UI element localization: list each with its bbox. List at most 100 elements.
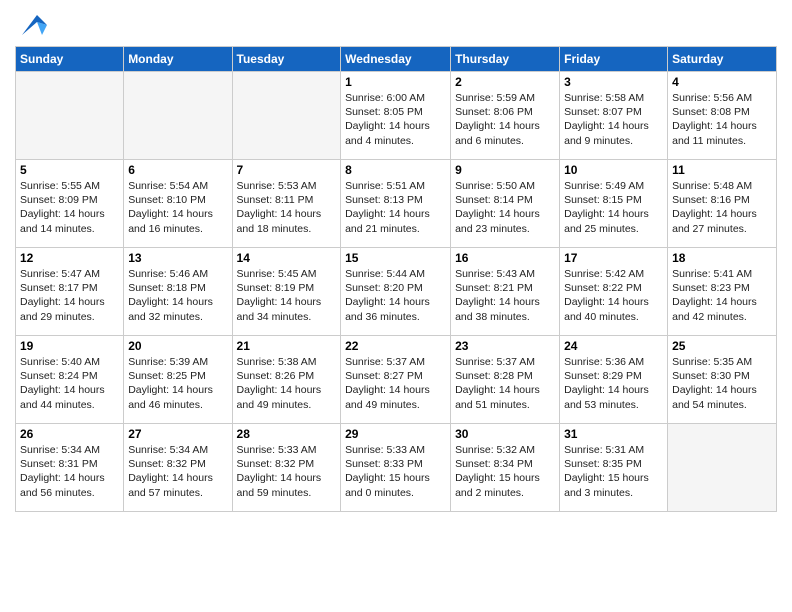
calendar-cell: 26 Sunrise: 5:34 AMSunset: 8:31 PMDayligh… — [16, 424, 124, 512]
weekday-header-thursday: Thursday — [451, 47, 560, 72]
calendar-week-5: 26 Sunrise: 5:34 AMSunset: 8:31 PMDayligh… — [16, 424, 777, 512]
calendar-cell: 11 Sunrise: 5:48 AMSunset: 8:16 PMDayligh… — [668, 160, 777, 248]
day-number: 2 — [455, 75, 555, 89]
calendar-cell: 27 Sunrise: 5:34 AMSunset: 8:32 PMDayligh… — [124, 424, 232, 512]
calendar-cell: 22Sunrise: 5:37 AMSunset: 8:27 PMDayligh… — [341, 336, 451, 424]
day-info: Sunrise: 5:58 AMSunset: 8:07 PMDaylight:… — [564, 91, 663, 148]
day-info: Sunrise: 5:44 AMSunset: 8:20 PMDaylight:… — [345, 267, 446, 324]
calendar-cell: 30 Sunrise: 5:32 AMSunset: 8:34 PMDayligh… — [451, 424, 560, 512]
weekday-header-tuesday: Tuesday — [232, 47, 341, 72]
day-info: Sunrise: 5:34 AMSunset: 8:32 PMDaylight:… — [128, 443, 227, 500]
calendar-cell: 13Sunrise: 5:46 AMSunset: 8:18 PMDayligh… — [124, 248, 232, 336]
day-info: Sunrise: 5:36 AMSunset: 8:29 PMDaylight:… — [564, 355, 663, 412]
day-number: 6 — [128, 163, 227, 177]
day-info: Sunrise: 5:32 AMSunset: 8:34 PMDaylight:… — [455, 443, 555, 500]
weekday-header-row: SundayMondayTuesdayWednesdayThursdayFrid… — [16, 47, 777, 72]
calendar-cell: 2 Sunrise: 5:59 AMSunset: 8:06 PMDaylight… — [451, 72, 560, 160]
day-number: 15 — [345, 251, 446, 265]
day-info: Sunrise: 5:31 AMSunset: 8:35 PMDaylight:… — [564, 443, 663, 500]
calendar-cell: 5 Sunrise: 5:55 AMSunset: 8:09 PMDaylight… — [16, 160, 124, 248]
day-number: 30 — [455, 427, 555, 441]
calendar-cell: 14 Sunrise: 5:45 AMSunset: 8:19 PMDayligh… — [232, 248, 341, 336]
calendar-cell: 25 Sunrise: 5:35 AMSunset: 8:30 PMDayligh… — [668, 336, 777, 424]
day-number: 8 — [345, 163, 446, 177]
day-number: 5 — [20, 163, 119, 177]
calendar-cell: 12Sunrise: 5:47 AMSunset: 8:17 PMDayligh… — [16, 248, 124, 336]
logo-icon — [17, 10, 47, 40]
day-info: Sunrise: 5:45 AMSunset: 8:19 PMDaylight:… — [237, 267, 337, 324]
calendar-cell: 10 Sunrise: 5:49 AMSunset: 8:15 PMDayligh… — [560, 160, 668, 248]
day-number: 18 — [672, 251, 772, 265]
calendar-cell: 28 Sunrise: 5:33 AMSunset: 8:32 PMDayligh… — [232, 424, 341, 512]
day-number: 7 — [237, 163, 337, 177]
calendar-week-3: 12Sunrise: 5:47 AMSunset: 8:17 PMDayligh… — [16, 248, 777, 336]
calendar-cell: 15 Sunrise: 5:44 AMSunset: 8:20 PMDayligh… — [341, 248, 451, 336]
day-number: 10 — [564, 163, 663, 177]
day-number: 11 — [672, 163, 772, 177]
day-info: Sunrise: 5:50 AMSunset: 8:14 PMDaylight:… — [455, 179, 555, 236]
day-number: 9 — [455, 163, 555, 177]
day-number: 31 — [564, 427, 663, 441]
day-info: Sunrise: 5:54 AMSunset: 8:10 PMDaylight:… — [128, 179, 227, 236]
day-info: Sunrise: 5:33 AMSunset: 8:32 PMDaylight:… — [237, 443, 337, 500]
day-number: 28 — [237, 427, 337, 441]
day-info: Sunrise: 5:56 AMSunset: 8:08 PMDaylight:… — [672, 91, 772, 148]
day-info: Sunrise: 5:51 AMSunset: 8:13 PMDaylight:… — [345, 179, 446, 236]
calendar-cell: 19 Sunrise: 5:40 AMSunset: 8:24 PMDayligh… — [16, 336, 124, 424]
calendar-cell: 20 Sunrise: 5:39 AMSunset: 8:25 PMDayligh… — [124, 336, 232, 424]
weekday-header-saturday: Saturday — [668, 47, 777, 72]
logo — [15, 10, 47, 40]
day-number: 26 — [20, 427, 119, 441]
calendar-cell: 8 Sunrise: 5:51 AMSunset: 8:13 PMDaylight… — [341, 160, 451, 248]
calendar-cell: 21Sunrise: 5:38 AMSunset: 8:26 PMDayligh… — [232, 336, 341, 424]
calendar-cell: 1Sunrise: 6:00 AMSunset: 8:05 PMDaylight… — [341, 72, 451, 160]
day-info: Sunrise: 5:59 AMSunset: 8:06 PMDaylight:… — [455, 91, 555, 148]
day-info: Sunrise: 5:48 AMSunset: 8:16 PMDaylight:… — [672, 179, 772, 236]
weekday-header-sunday: Sunday — [16, 47, 124, 72]
day-number: 19 — [20, 339, 119, 353]
day-number: 22 — [345, 339, 446, 353]
calendar-cell: 9 Sunrise: 5:50 AMSunset: 8:14 PMDaylight… — [451, 160, 560, 248]
calendar-cell — [124, 72, 232, 160]
calendar-cell — [232, 72, 341, 160]
day-number: 27 — [128, 427, 227, 441]
calendar-cell: 31 Sunrise: 5:31 AMSunset: 8:35 PMDayligh… — [560, 424, 668, 512]
calendar-cell: 29 Sunrise: 5:33 AMSunset: 8:33 PMDayligh… — [341, 424, 451, 512]
day-info: Sunrise: 5:49 AMSunset: 8:15 PMDaylight:… — [564, 179, 663, 236]
calendar-table: SundayMondayTuesdayWednesdayThursdayFrid… — [15, 46, 777, 512]
header-row — [15, 10, 777, 40]
day-info: Sunrise: 5:40 AMSunset: 8:24 PMDaylight:… — [20, 355, 119, 412]
calendar-cell: 6 Sunrise: 5:54 AMSunset: 8:10 PMDaylight… — [124, 160, 232, 248]
day-info: Sunrise: 5:43 AMSunset: 8:21 PMDaylight:… — [455, 267, 555, 324]
day-info: Sunrise: 5:34 AMSunset: 8:31 PMDaylight:… — [20, 443, 119, 500]
calendar-cell: 7Sunrise: 5:53 AMSunset: 8:11 PMDaylight… — [232, 160, 341, 248]
calendar-cell: 23 Sunrise: 5:37 AMSunset: 8:28 PMDayligh… — [451, 336, 560, 424]
day-info: Sunrise: 5:42 AMSunset: 8:22 PMDaylight:… — [564, 267, 663, 324]
day-info: Sunrise: 5:39 AMSunset: 8:25 PMDaylight:… — [128, 355, 227, 412]
calendar-cell: 4 Sunrise: 5:56 AMSunset: 8:08 PMDaylight… — [668, 72, 777, 160]
day-number: 24 — [564, 339, 663, 353]
day-info: Sunrise: 5:55 AMSunset: 8:09 PMDaylight:… — [20, 179, 119, 236]
day-number: 25 — [672, 339, 772, 353]
calendar-week-4: 19 Sunrise: 5:40 AMSunset: 8:24 PMDayligh… — [16, 336, 777, 424]
day-info: Sunrise: 5:33 AMSunset: 8:33 PMDaylight:… — [345, 443, 446, 500]
day-number: 29 — [345, 427, 446, 441]
day-number: 23 — [455, 339, 555, 353]
weekday-header-monday: Monday — [124, 47, 232, 72]
calendar-week-1: 1Sunrise: 6:00 AMSunset: 8:05 PMDaylight… — [16, 72, 777, 160]
calendar-cell: 24 Sunrise: 5:36 AMSunset: 8:29 PMDayligh… — [560, 336, 668, 424]
calendar-cell — [16, 72, 124, 160]
day-info: Sunrise: 5:35 AMSunset: 8:30 PMDaylight:… — [672, 355, 772, 412]
day-number: 16 — [455, 251, 555, 265]
logo-text — [15, 10, 47, 40]
day-number: 4 — [672, 75, 772, 89]
day-number: 20 — [128, 339, 227, 353]
calendar-week-2: 5 Sunrise: 5:55 AMSunset: 8:09 PMDaylight… — [16, 160, 777, 248]
day-info: Sunrise: 5:37 AMSunset: 8:28 PMDaylight:… — [455, 355, 555, 412]
day-number: 13 — [128, 251, 227, 265]
day-number: 14 — [237, 251, 337, 265]
day-info: Sunrise: 6:00 AMSunset: 8:05 PMDaylight:… — [345, 91, 446, 148]
calendar-cell: 3Sunrise: 5:58 AMSunset: 8:07 PMDaylight… — [560, 72, 668, 160]
day-info: Sunrise: 5:47 AMSunset: 8:17 PMDaylight:… — [20, 267, 119, 324]
calendar-cell: 16 Sunrise: 5:43 AMSunset: 8:21 PMDayligh… — [451, 248, 560, 336]
